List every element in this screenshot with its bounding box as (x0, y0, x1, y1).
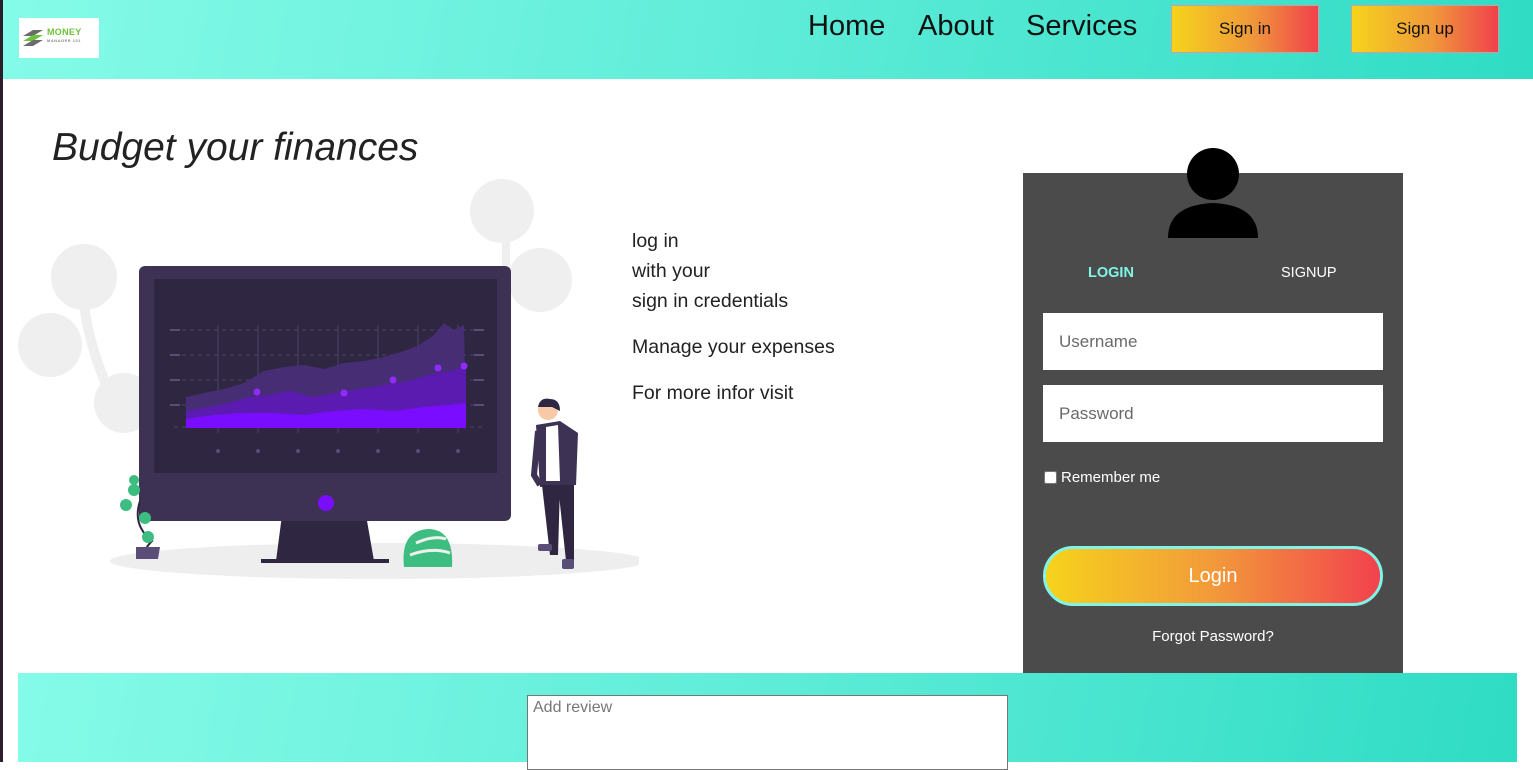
remember-me[interactable]: Remember me (1043, 469, 1160, 486)
forgot-password-link[interactable]: Forgot Password? (1043, 628, 1383, 645)
login-button[interactable]: Login (1043, 546, 1383, 606)
hero-title: Budget your finances (52, 126, 419, 169)
logo-subtext: MANAGER 101 (47, 38, 81, 43)
monitor-stand (276, 515, 374, 561)
sign-in-button[interactable]: Sign in (1171, 5, 1319, 53)
monitor-power-dot (318, 495, 334, 511)
logo[interactable]: MONEY MANAGER 101 (19, 18, 99, 58)
review-textarea[interactable] (527, 695, 1008, 770)
logo-mark-icon (23, 30, 43, 46)
finance-illustration (18, 179, 639, 579)
nav-services-link[interactable]: Services (1026, 10, 1137, 43)
info-line-credentials: sign in credentials (632, 290, 789, 312)
info-line-login: log in (632, 230, 679, 252)
logo-text: MONEY (47, 27, 82, 37)
bush (403, 529, 453, 567)
info-text-block: log in with your sign in credentials Man… (632, 226, 835, 408)
standing-person (530, 398, 578, 569)
password-input[interactable] (1043, 385, 1383, 442)
info-manage-expenses: Manage your expenses (632, 336, 835, 358)
page-left-border (0, 0, 3, 762)
monitor-base (261, 559, 389, 563)
top-navbar: MONEY MANAGER 101 Home About Services Si… (3, 0, 1533, 79)
remember-me-checkbox[interactable] (1044, 471, 1057, 484)
info-line-with-your: with your (632, 260, 711, 282)
nav-home-link[interactable]: Home (808, 10, 885, 43)
info-more-visit: For more infor visit (632, 382, 794, 404)
tab-signup[interactable]: SIGNUP (1281, 265, 1337, 281)
sign-up-button[interactable]: Sign up (1351, 5, 1499, 53)
nav-about-link[interactable]: About (918, 10, 994, 43)
remember-me-label: Remember me (1061, 469, 1161, 486)
tab-login[interactable]: LOGIN (1088, 265, 1134, 281)
username-input[interactable] (1043, 313, 1383, 370)
user-avatar-icon (1168, 148, 1258, 238)
